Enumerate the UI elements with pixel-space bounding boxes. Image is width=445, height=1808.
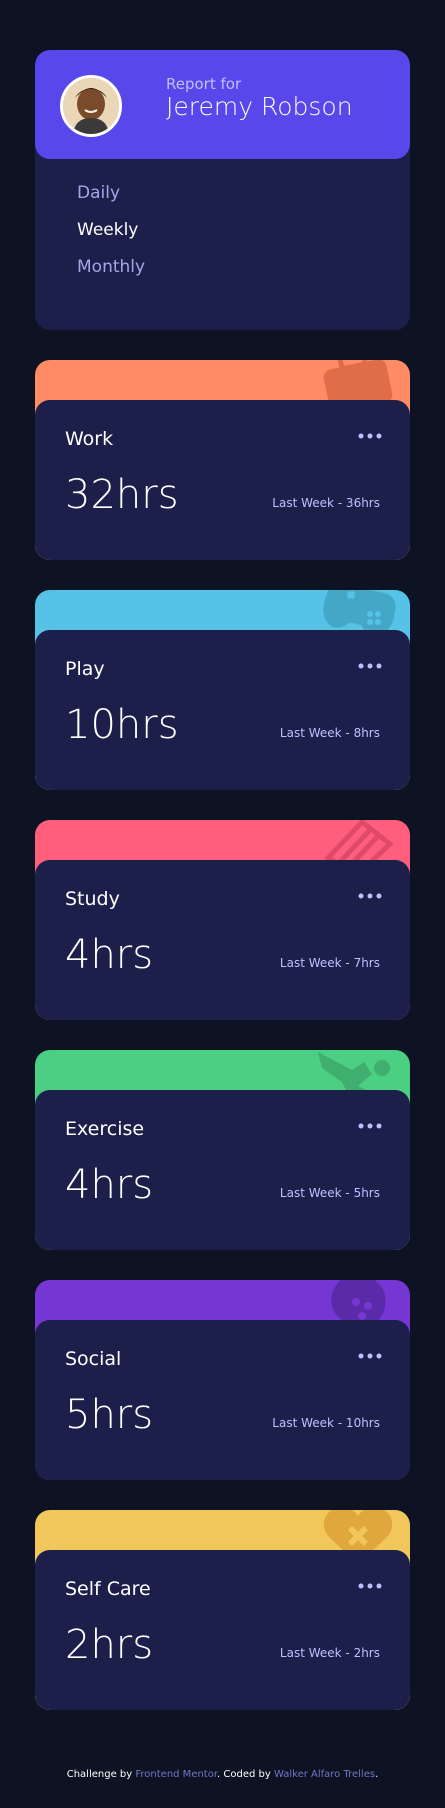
activity-body: Self Care 2hrs Last Week - 2hrs xyxy=(35,1550,410,1710)
activity-hours: 32hrs xyxy=(65,472,179,518)
activity-title: Exercise xyxy=(65,1118,145,1140)
activity-body: Play 10hrs Last Week - 8hrs xyxy=(35,630,410,790)
report-for-label: Report for xyxy=(166,75,242,93)
avatar xyxy=(60,75,122,137)
avatar-image xyxy=(63,78,119,134)
activity-last-week: Last Week - 10hrs xyxy=(272,1416,380,1430)
time-tracking-dashboard: Report for Jeremy Robson Daily Weekly Mo… xyxy=(0,0,445,1808)
activity-hours: 5hrs xyxy=(65,1392,154,1438)
period-monthly[interactable]: Monthly xyxy=(77,257,145,277)
footer-challenge-by: Challenge by xyxy=(66,1769,133,1780)
ellipsis-icon[interactable] xyxy=(358,1350,382,1362)
activity-card-exercise: Exercise 4hrs Last Week - 5hrs xyxy=(35,1050,410,1250)
period-weekly[interactable]: Weekly xyxy=(77,220,138,240)
activity-last-week: Last Week - 8hrs xyxy=(279,726,380,740)
activity-card-work: Work 32hrs Last Week - 36hrs xyxy=(35,360,410,560)
footer-coded-by: . Coded by xyxy=(217,1769,271,1780)
activity-hours: 10hrs xyxy=(65,702,179,748)
author-link[interactable]: Walker Alfaro Trelles xyxy=(274,1769,375,1780)
activity-card-study: Study 4hrs Last Week - 7hrs xyxy=(35,820,410,1020)
ellipsis-icon[interactable] xyxy=(358,430,382,442)
profile-header: Report for Jeremy Robson xyxy=(35,50,410,159)
activity-body: Exercise 4hrs Last Week - 5hrs xyxy=(35,1090,410,1250)
activity-last-week: Last Week - 7hrs xyxy=(279,956,380,970)
ellipsis-icon[interactable] xyxy=(358,1580,382,1592)
activity-title: Work xyxy=(65,428,114,450)
frontend-mentor-link[interactable]: Frontend Mentor xyxy=(135,1769,217,1780)
footer-end: . xyxy=(375,1769,379,1780)
activity-body: Work 32hrs Last Week - 36hrs xyxy=(35,400,410,560)
ellipsis-icon[interactable] xyxy=(358,660,382,672)
activity-title: Social xyxy=(65,1348,122,1370)
ellipsis-icon[interactable] xyxy=(358,890,382,902)
activity-body: Social 5hrs Last Week - 10hrs xyxy=(35,1320,410,1480)
activity-last-week: Last Week - 5hrs xyxy=(279,1186,380,1200)
activity-hours: 4hrs xyxy=(65,932,154,978)
attribution-footer: Challenge by Frontend Mentor. Coded by W… xyxy=(0,1769,445,1780)
activity-hours: 2hrs xyxy=(65,1622,154,1668)
period-daily[interactable]: Daily xyxy=(77,183,120,203)
activity-hours: 4hrs xyxy=(65,1162,154,1208)
user-name: Jeremy Robson xyxy=(166,92,353,121)
activity-last-week: Last Week - 36hrs xyxy=(272,496,380,510)
profile-card: Report for Jeremy Robson Daily Weekly Mo… xyxy=(35,50,410,330)
activity-card-self-care: Self Care 2hrs Last Week - 2hrs xyxy=(35,1510,410,1710)
activity-body: Study 4hrs Last Week - 7hrs xyxy=(35,860,410,1020)
ellipsis-icon[interactable] xyxy=(358,1120,382,1132)
activity-card-social: Social 5hrs Last Week - 10hrs xyxy=(35,1280,410,1480)
activity-title: Study xyxy=(65,888,120,910)
activity-card-play: Play 10hrs Last Week - 8hrs xyxy=(35,590,410,790)
activity-title: Play xyxy=(65,658,105,680)
activity-title: Self Care xyxy=(65,1578,151,1600)
activity-last-week: Last Week - 2hrs xyxy=(279,1646,380,1660)
